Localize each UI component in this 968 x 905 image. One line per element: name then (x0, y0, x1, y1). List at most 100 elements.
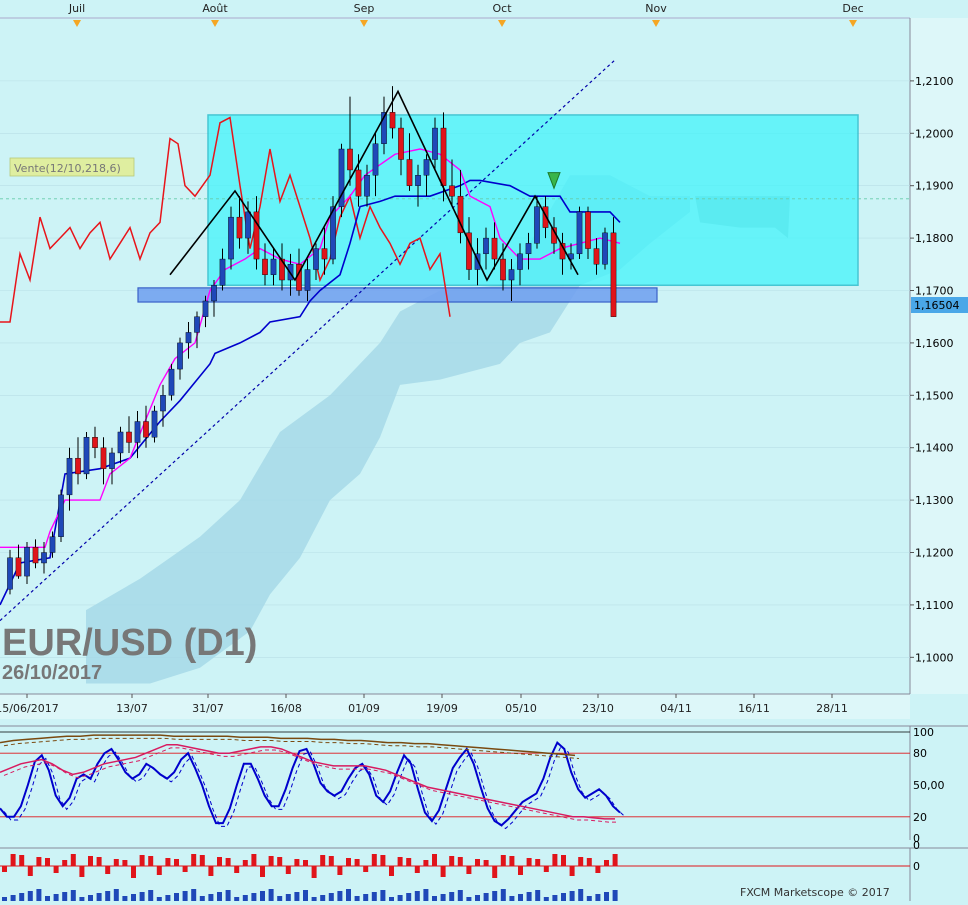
volume-bar-lower (552, 895, 558, 901)
volume-bar-lower (62, 892, 68, 901)
volume-bar-lower (36, 889, 42, 901)
candle-body (32, 547, 39, 564)
y-tick-label: 1,1300 (915, 494, 954, 507)
candle-body (83, 437, 90, 475)
month-label: Nov (645, 2, 667, 15)
candle-body (117, 431, 124, 454)
volume-bar (53, 866, 59, 873)
volume-bar-lower (543, 897, 549, 901)
volume-bar (251, 854, 257, 866)
candle-body (100, 447, 107, 469)
stoch-tick-label: 80 (913, 747, 927, 760)
chart-window: 1,2100 1,2000 1,1900 1,1800 1,1700 1,1600 1,15… (0, 0, 968, 901)
candle-body (372, 143, 379, 176)
volume-bar (414, 866, 420, 873)
candle-body (143, 421, 149, 438)
volume-bar (156, 866, 162, 875)
candle-body (364, 175, 370, 197)
volume-bar (234, 866, 240, 873)
candle-body (576, 211, 583, 255)
volume-bar (139, 855, 145, 866)
candle-body (228, 216, 234, 260)
volume-bar (242, 860, 248, 866)
volume-bar (79, 866, 85, 877)
volume-bar-lower (105, 891, 111, 901)
volume-bar (543, 866, 549, 872)
month-axis (0, 0, 968, 18)
volume-bar-lower (380, 890, 386, 901)
candle-body (602, 232, 608, 265)
chart-title: EUR/USD (D1) (2, 622, 257, 664)
volume-bar (595, 866, 601, 873)
volume-bar (260, 866, 265, 877)
candle-body (41, 552, 47, 564)
volume-bar-lower (285, 894, 291, 901)
volume-bar-lower (165, 895, 171, 901)
y-tick-label: 1,1000 (915, 651, 954, 664)
candle-body (593, 248, 600, 265)
volume-bar-lower (79, 897, 85, 901)
volume-bar (466, 866, 472, 874)
candle-body (483, 237, 489, 255)
volume-bar (70, 854, 76, 866)
volume-bar (500, 855, 506, 866)
candle-body (432, 127, 438, 160)
volume-bar (174, 859, 179, 866)
volume-bar (320, 855, 326, 866)
volume-bar-lower (45, 896, 50, 901)
volume-bar (208, 866, 214, 876)
y-tick-label: 1,1200 (915, 547, 954, 560)
candle-body (134, 421, 141, 443)
volume-bar-lower (148, 890, 154, 901)
stochastic-panel[interactable] (0, 726, 910, 840)
candle-body (534, 206, 540, 244)
volume-bar-lower (526, 892, 532, 901)
volume-bar (354, 859, 360, 866)
volume-bar-lower (303, 890, 308, 901)
candle-body (508, 269, 515, 281)
volume-bar-lower (346, 889, 351, 901)
volume-bar (148, 856, 154, 866)
volume-bar-lower (518, 894, 523, 901)
volume-bar-lower (10, 895, 16, 901)
volume-bar-lower (432, 896, 437, 901)
volume-bar (492, 866, 498, 878)
volume-bar (105, 866, 111, 874)
y-tick-label: 1,1500 (915, 389, 954, 402)
volume-bar (2, 866, 7, 872)
volume-bar (199, 855, 205, 866)
month-label: Dec (842, 2, 863, 15)
volume-bar (552, 854, 558, 866)
volume-bar-lower (492, 891, 498, 901)
volume-bar-lower (156, 897, 162, 901)
y-tick-label: 1,1700 (915, 284, 954, 297)
volume-bar (457, 857, 463, 866)
date-label: 16/11 (738, 702, 770, 715)
volume-bar (518, 866, 523, 875)
candle-body (202, 300, 209, 317)
volume-bar (586, 858, 592, 866)
volume-bar-lower (449, 892, 455, 901)
y-tick-label: 1,1400 (915, 442, 954, 455)
chart-svg[interactable]: 1,2100 1,2000 1,1900 1,1800 1,1700 1,1600 1,15… (0, 0, 968, 901)
volume-bar-lower (320, 895, 326, 901)
volume-bar (311, 866, 317, 878)
candle-body (398, 127, 404, 160)
volume-bar (337, 866, 343, 875)
month-label: Sep (354, 2, 375, 15)
y-tick-label: 1,1600 (915, 337, 954, 350)
candle-body (610, 232, 617, 317)
volume-bar (475, 859, 480, 866)
volume-bar-lower (122, 896, 128, 901)
volume-bar-lower (208, 894, 214, 901)
volume-bar (277, 857, 283, 866)
date-label: 19/09 (426, 702, 458, 715)
chart-subtitle: 26/10/2017 (2, 662, 102, 684)
y-tick-label: 1,2000 (915, 127, 954, 140)
volume-bar (285, 866, 291, 874)
volume-bar-lower (88, 895, 93, 901)
candle-body (449, 185, 455, 197)
volume-bar (36, 857, 42, 866)
candle-body (585, 211, 591, 249)
volume-bar-lower (509, 896, 515, 901)
